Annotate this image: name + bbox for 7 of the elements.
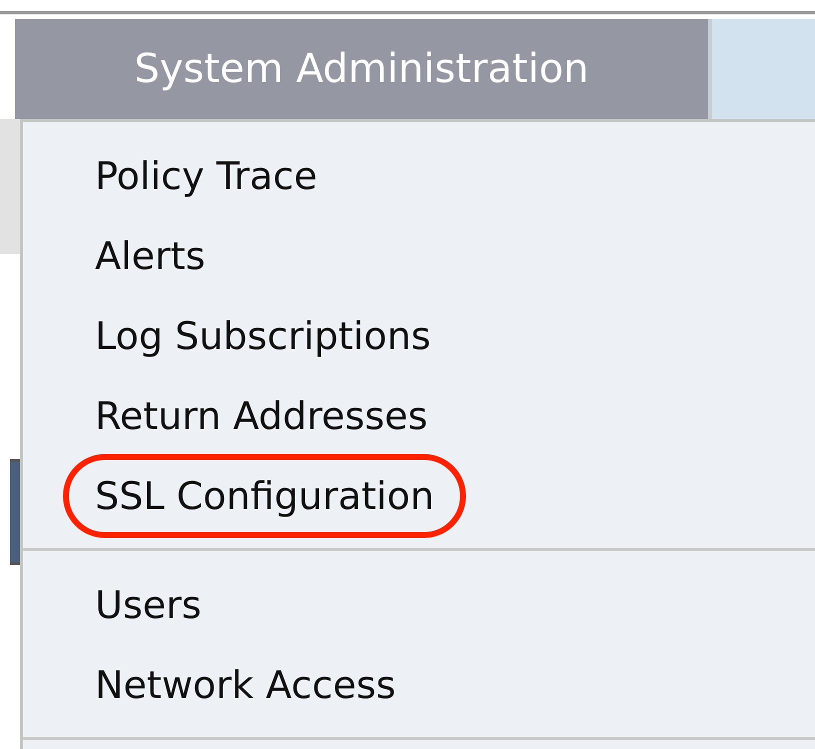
menu-item[interactable]: Alerts [95, 234, 206, 278]
menu-item[interactable]: Log Subscriptions [95, 314, 431, 358]
menu-item[interactable]: Return Addresses [95, 394, 428, 438]
menu-item[interactable]: Users [95, 583, 202, 627]
menu-item[interactable]: Network Access [95, 663, 396, 707]
menu-item[interactable]: Policy Trace [95, 154, 318, 198]
highlighted-menu-item[interactable]: SSL Configuration [63, 454, 466, 538]
